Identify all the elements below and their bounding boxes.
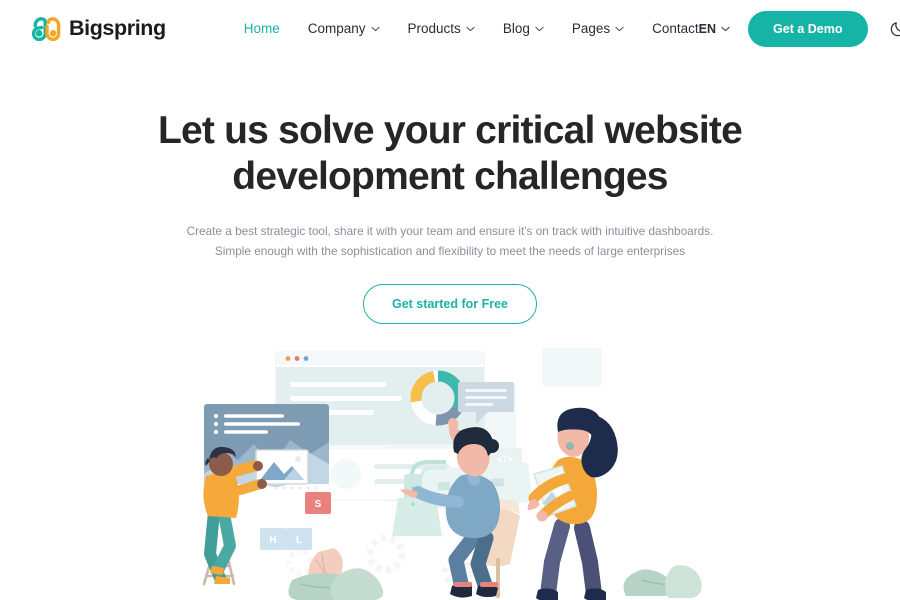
nav-item-label: Blog [502,21,530,36]
person-walking-with-tablet [527,407,618,600]
moon-icon [890,22,900,37]
main-navigation: Home Company Products Blog Pages Contact [244,21,699,36]
language-selector[interactable]: EN [699,22,730,36]
nav-item-products[interactable]: Products [408,21,475,36]
chevron-down-icon [535,26,544,31]
hero-title-line-1: Let us solve your critical website [157,109,743,152]
nav-item-label: Contact [652,21,699,36]
hero-subtitle-line-2: Simple enough with the sophistication an… [214,243,686,258]
brand-logo[interactable]: Bigspring [31,16,166,41]
chevron-down-icon [466,26,475,31]
chevron-down-icon [721,26,730,31]
nav-item-label: Company [307,21,366,36]
hero-section: Let us solve your critical website devel… [0,57,900,324]
nav-item-pages[interactable]: Pages [572,21,624,36]
letter-tile-s: S [305,492,331,514]
hero-title-line-2: development challenges [232,155,668,199]
get-started-for-free-button[interactable]: Get started for Free [362,283,537,324]
nav-item-home[interactable]: Home [244,21,280,36]
svg-text:S: S [315,499,322,510]
hero-subtitle: Create a best strategic tool, share it w… [180,222,720,262]
nav-item-contact[interactable]: Contact [652,21,699,36]
bigspring-droplet-logo-icon [31,16,62,41]
svg-text:L: L [296,535,302,546]
svg-text:H: H [269,535,276,546]
nav-item-blog[interactable]: Blog [503,21,544,36]
header-actions: EN Get a Demo [699,10,900,47]
language-label: EN [698,21,717,36]
letter-tile-h: H [260,528,286,550]
brand-name: Bigspring [69,16,166,40]
team-dashboard-illustration: </> S H L [190,348,710,600]
letter-tile-l: L [286,528,312,550]
dark-mode-toggle[interactable] [886,16,900,42]
nav-item-label: Home [243,21,280,36]
page-title: Let us solve your critical website devel… [140,108,760,200]
image-frame-icon [255,449,309,485]
nav-item-label: Pages [571,21,611,36]
chevron-down-icon [615,26,624,31]
illustration-canvas: </> S H L [202,348,702,600]
person-on-ladder [202,446,309,586]
hero-subtitle-line-1: Create a best strategic tool, share it w… [186,224,714,239]
landing-page: Bigspring Home Company Products Blog Pag… [0,0,900,600]
get-a-demo-button[interactable]: Get a Demo [748,10,868,47]
nav-item-company[interactable]: Company [308,21,380,36]
nav-item-label: Products [407,21,461,36]
chevron-down-icon [370,26,380,31]
site-header: Bigspring Home Company Products Blog Pag… [0,0,900,57]
